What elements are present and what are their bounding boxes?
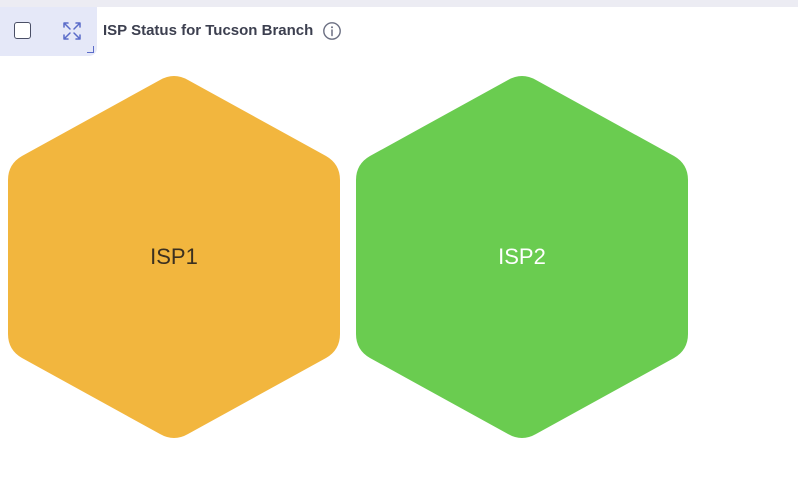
panel-header: ISP Status for Tucson Branch [0,7,798,56]
select-checkbox[interactable] [14,22,31,39]
panel-controls [0,7,97,56]
panel-title: ISP Status for Tucson Branch [103,22,314,39]
resize-handle[interactable] [87,46,94,53]
isp2-tile[interactable]: ISP2 [356,72,688,442]
isp1-label: ISP1 [150,244,198,269]
isp1-tile[interactable]: ISP1 [8,72,340,442]
isp-status-grid: ISP1 ISP2 [0,72,798,442]
info-icon[interactable] [322,21,342,41]
top-strip [0,0,798,7]
isp2-label: ISP2 [498,244,546,269]
expand-icon[interactable] [61,20,83,42]
